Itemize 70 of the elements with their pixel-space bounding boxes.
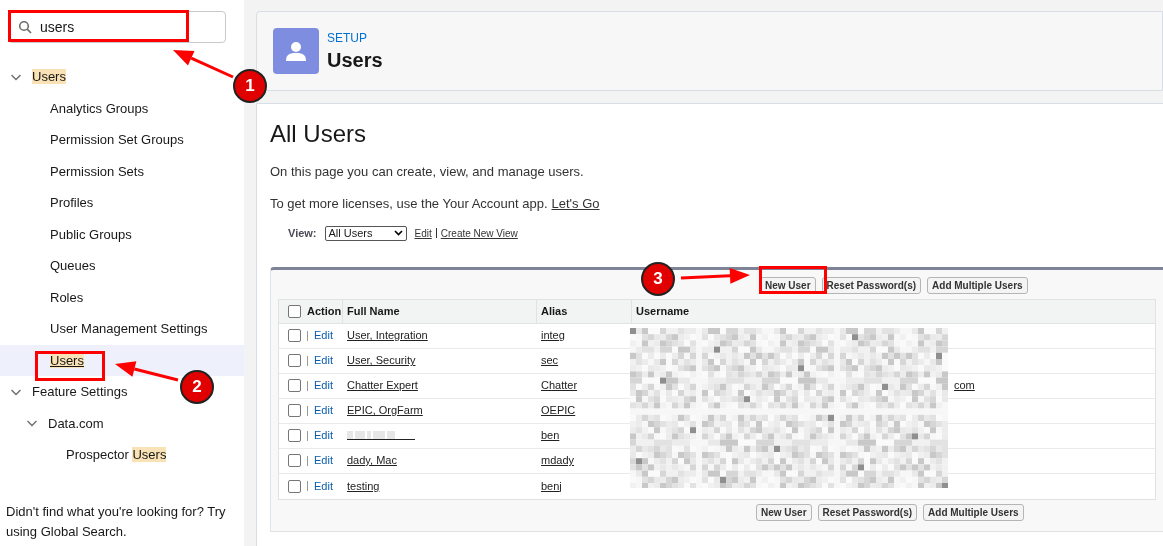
user-name-link[interactable]: User, Security <box>347 354 416 367</box>
tree-item[interactable]: Queues <box>50 256 96 276</box>
row-checkbox[interactable] <box>288 479 301 493</box>
tree-item[interactable]: User Management Settings <box>50 319 208 339</box>
arrow <box>680 267 750 284</box>
tree-item[interactable]: Roles <box>50 287 84 307</box>
highlight-box <box>35 351 105 381</box>
edit-link[interactable]: Edit <box>314 427 333 444</box>
breadcrumb-label: SETUP <box>327 30 368 47</box>
tree-item[interactable]: Analytics Groups <box>50 98 149 118</box>
tree-item[interactable]: Feature Settings <box>32 382 128 402</box>
create-view-link[interactable]: Create New View <box>440 225 518 241</box>
alias-link[interactable]: mdady <box>541 454 575 467</box>
username-link[interactable]: com <box>954 379 975 392</box>
user-name-link[interactable]: Chatter Expert <box>347 379 418 392</box>
select-all-checkbox[interactable] <box>288 304 301 318</box>
user-name-link[interactable]: User, Integration <box>347 329 428 342</box>
row-checkbox[interactable] <box>288 379 301 392</box>
search-text: users <box>40 17 75 37</box>
row-checkbox[interactable] <box>288 454 301 467</box>
intro-text: On this page you can create, view, and manage users. <box>270 163 585 181</box>
page-title: Users <box>327 48 383 73</box>
tree-item[interactable]: Profiles <box>50 193 94 213</box>
tree-item[interactable]: Permission Sets <box>50 161 144 181</box>
edit-link[interactable]: Edit <box>314 477 333 495</box>
edit-view-link[interactable]: Edit <box>414 225 432 241</box>
search-icon <box>18 20 32 34</box>
row-checkbox[interactable] <box>288 329 301 342</box>
section-title: All Users <box>270 119 367 149</box>
view-select[interactable]: All Users <box>324 225 407 241</box>
user-name-link[interactable]: dady, Mac <box>347 454 397 467</box>
user-name-link[interactable]: testing <box>347 479 380 492</box>
arrow <box>173 50 234 79</box>
edit-link[interactable]: Edit <box>314 402 333 419</box>
alias-link[interactable]: OEPIC <box>541 404 576 417</box>
toolbar-button[interactable]: Add Multiple Users <box>927 276 1028 294</box>
toolbar-button[interactable]: Add Multiple Users <box>923 503 1024 521</box>
alias-link[interactable]: Chatter <box>541 379 578 392</box>
column-header: Full Name <box>343 299 537 323</box>
tree-item[interactable]: Public Groups <box>50 224 132 244</box>
highlight-box <box>759 266 827 294</box>
tree-item[interactable]: Permission Set Groups <box>50 130 184 150</box>
row-checkbox[interactable] <box>288 429 301 442</box>
column-header: Action <box>307 303 342 319</box>
alias-link[interactable]: ben <box>541 429 560 442</box>
alias-link[interactable]: benj <box>541 479 562 492</box>
view-label: View: <box>288 226 317 241</box>
alias-link[interactable]: sec <box>541 354 559 367</box>
tree-item[interactable]: Data.com <box>48 413 104 433</box>
chevron-down-icon <box>393 230 403 237</box>
toolbar-button[interactable]: Reset Password(s) <box>817 503 918 521</box>
column-header: Username <box>635 303 691 319</box>
edit-link[interactable]: Edit <box>314 327 333 344</box>
arrow <box>115 361 179 382</box>
help-text: Didn't find what you're looking for? Try using Global Search. <box>5 503 227 541</box>
row-checkbox[interactable] <box>288 354 301 367</box>
tree-item[interactable]: Users <box>32 67 66 87</box>
licenses-text: To get more licenses, use the Your Account app. <box>270 194 548 213</box>
user-icon <box>273 28 319 74</box>
lets-go-link[interactable]: Let's Go <box>551 193 600 213</box>
edit-link[interactable]: Edit <box>314 377 333 394</box>
column-header: Alias <box>537 299 632 323</box>
tree-item[interactable]: Prospector Users <box>66 445 167 465</box>
edit-link[interactable]: Edit <box>314 352 333 369</box>
user-name-link[interactable]: EPIC, OrgFarm <box>347 404 423 417</box>
toolbar-button[interactable]: Reset Password(s) <box>821 276 922 294</box>
alias-link[interactable]: integ <box>541 329 565 342</box>
edit-link[interactable]: Edit <box>314 452 333 469</box>
row-checkbox[interactable] <box>288 404 301 417</box>
toolbar-button[interactable]: New User <box>756 503 812 521</box>
